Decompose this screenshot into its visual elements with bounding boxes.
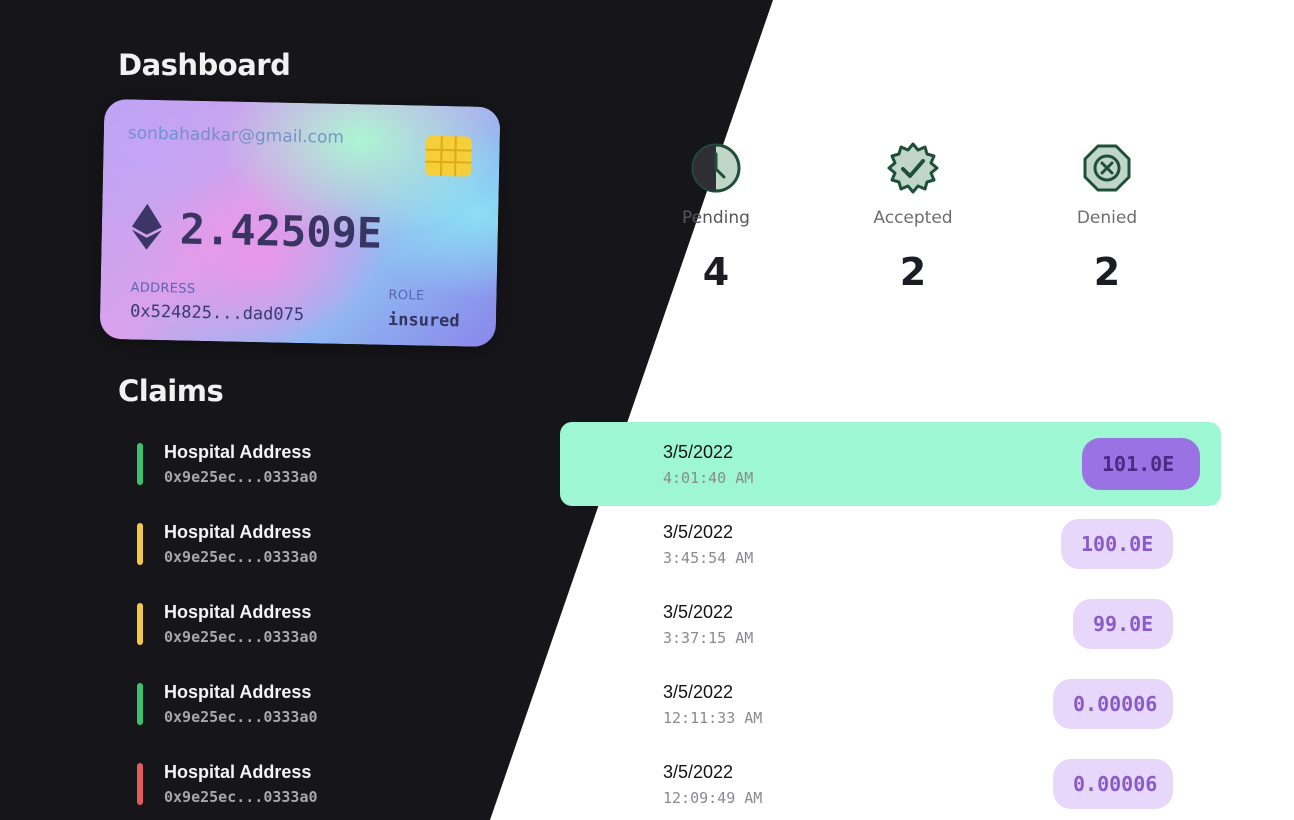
card-role: insured [387, 309, 460, 332]
check-badge-icon [887, 142, 939, 194]
claim-amount[interactable]: 101.0E [1082, 438, 1200, 490]
claim-date: 3/5/2022 [663, 682, 734, 702]
claim-address: 0x9e25ec...0333a0 [164, 628, 318, 646]
stat-accepted-label: Accepted [873, 208, 953, 228]
clock-icon [691, 143, 741, 193]
claim-amount[interactable]: 0.00006 [1053, 759, 1173, 809]
claim-row[interactable]: Hospital Address 0x9e25ec...0333a0 3/5/2… [0, 582, 1294, 662]
card-chip-icon [425, 135, 472, 177]
stat-pending-label: Pending [682, 208, 750, 228]
claim-time: 4:01:40 AM [663, 469, 754, 487]
claim-title: Hospital Address [164, 762, 312, 782]
claim-time: 12:11:33 AM [663, 709, 763, 727]
claim-row[interactable]: Hospital Address 0x9e25ec...0333a0 3/5/2… [0, 742, 1294, 820]
claim-row[interactable]: Hospital Address 0x9e25ec...0333a0 3/5/2… [0, 502, 1294, 582]
stat-denied[interactable]: Denied 2 [1017, 142, 1197, 294]
claim-amount[interactable]: 100.0E [1061, 519, 1173, 569]
claim-date: 3/5/2022 [663, 762, 734, 782]
claim-time: 3:37:15 AM [663, 629, 754, 647]
claim-status-bar [137, 523, 143, 565]
claim-row[interactable]: Hospital Address 0x9e25ec...0333a0 3/5/2… [0, 662, 1294, 742]
stat-denied-label: Denied [1076, 208, 1138, 228]
stat-accepted-value: 2 [899, 250, 927, 294]
card-address-label: ADDRESS [130, 280, 196, 297]
x-octagon-icon [1083, 144, 1131, 192]
claim-date: 3/5/2022 [663, 602, 734, 622]
claim-amount[interactable]: 99.0E [1073, 599, 1173, 649]
card-role-label: ROLE [388, 287, 425, 304]
claim-time: 3:45:54 AM [663, 549, 754, 567]
claim-title: Hospital Address [164, 522, 312, 542]
dashboard-heading: Dashboard [118, 48, 291, 82]
claim-title: Hospital Address [164, 602, 312, 622]
stat-denied-value: 2 [1093, 250, 1121, 294]
claim-address: 0x9e25ec...0333a0 [164, 708, 318, 726]
claims-heading: Claims [118, 374, 224, 408]
ethereum-icon [131, 203, 162, 250]
claim-row[interactable]: Hospital Address 0x9e25ec...0333a0 3/5/2… [0, 422, 1294, 502]
claim-title: Hospital Address [164, 682, 312, 702]
claim-date: 3/5/2022 [663, 522, 734, 542]
claim-status-bar [137, 603, 143, 645]
card-email: sonbahadkar@gmail.com [127, 123, 345, 148]
claim-address: 0x9e25ec...0333a0 [164, 548, 318, 566]
claim-title: Hospital Address [164, 442, 312, 462]
claim-status-bar [137, 763, 143, 805]
claim-date: 3/5/2022 [663, 442, 734, 462]
claim-address: 0x9e25ec...0333a0 [164, 468, 318, 486]
wallet-card[interactable]: sonbahadkar@gmail.com 2.42509E ADDRESS 0… [99, 98, 501, 348]
stat-pending-value: 4 [702, 250, 730, 294]
claim-status-bar [137, 443, 143, 485]
claim-amount[interactable]: 0.00006 [1053, 679, 1173, 729]
claim-address: 0x9e25ec...0333a0 [164, 788, 318, 806]
card-address: 0x524825...dad075 [129, 301, 305, 326]
claim-time: 12:09:49 AM [663, 789, 763, 807]
claim-status-bar [137, 683, 143, 725]
card-balance: 2.42509E [179, 204, 383, 258]
stat-accepted[interactable]: Accepted 2 [823, 142, 1003, 294]
stat-pending[interactable]: Pending 4 [626, 142, 806, 294]
